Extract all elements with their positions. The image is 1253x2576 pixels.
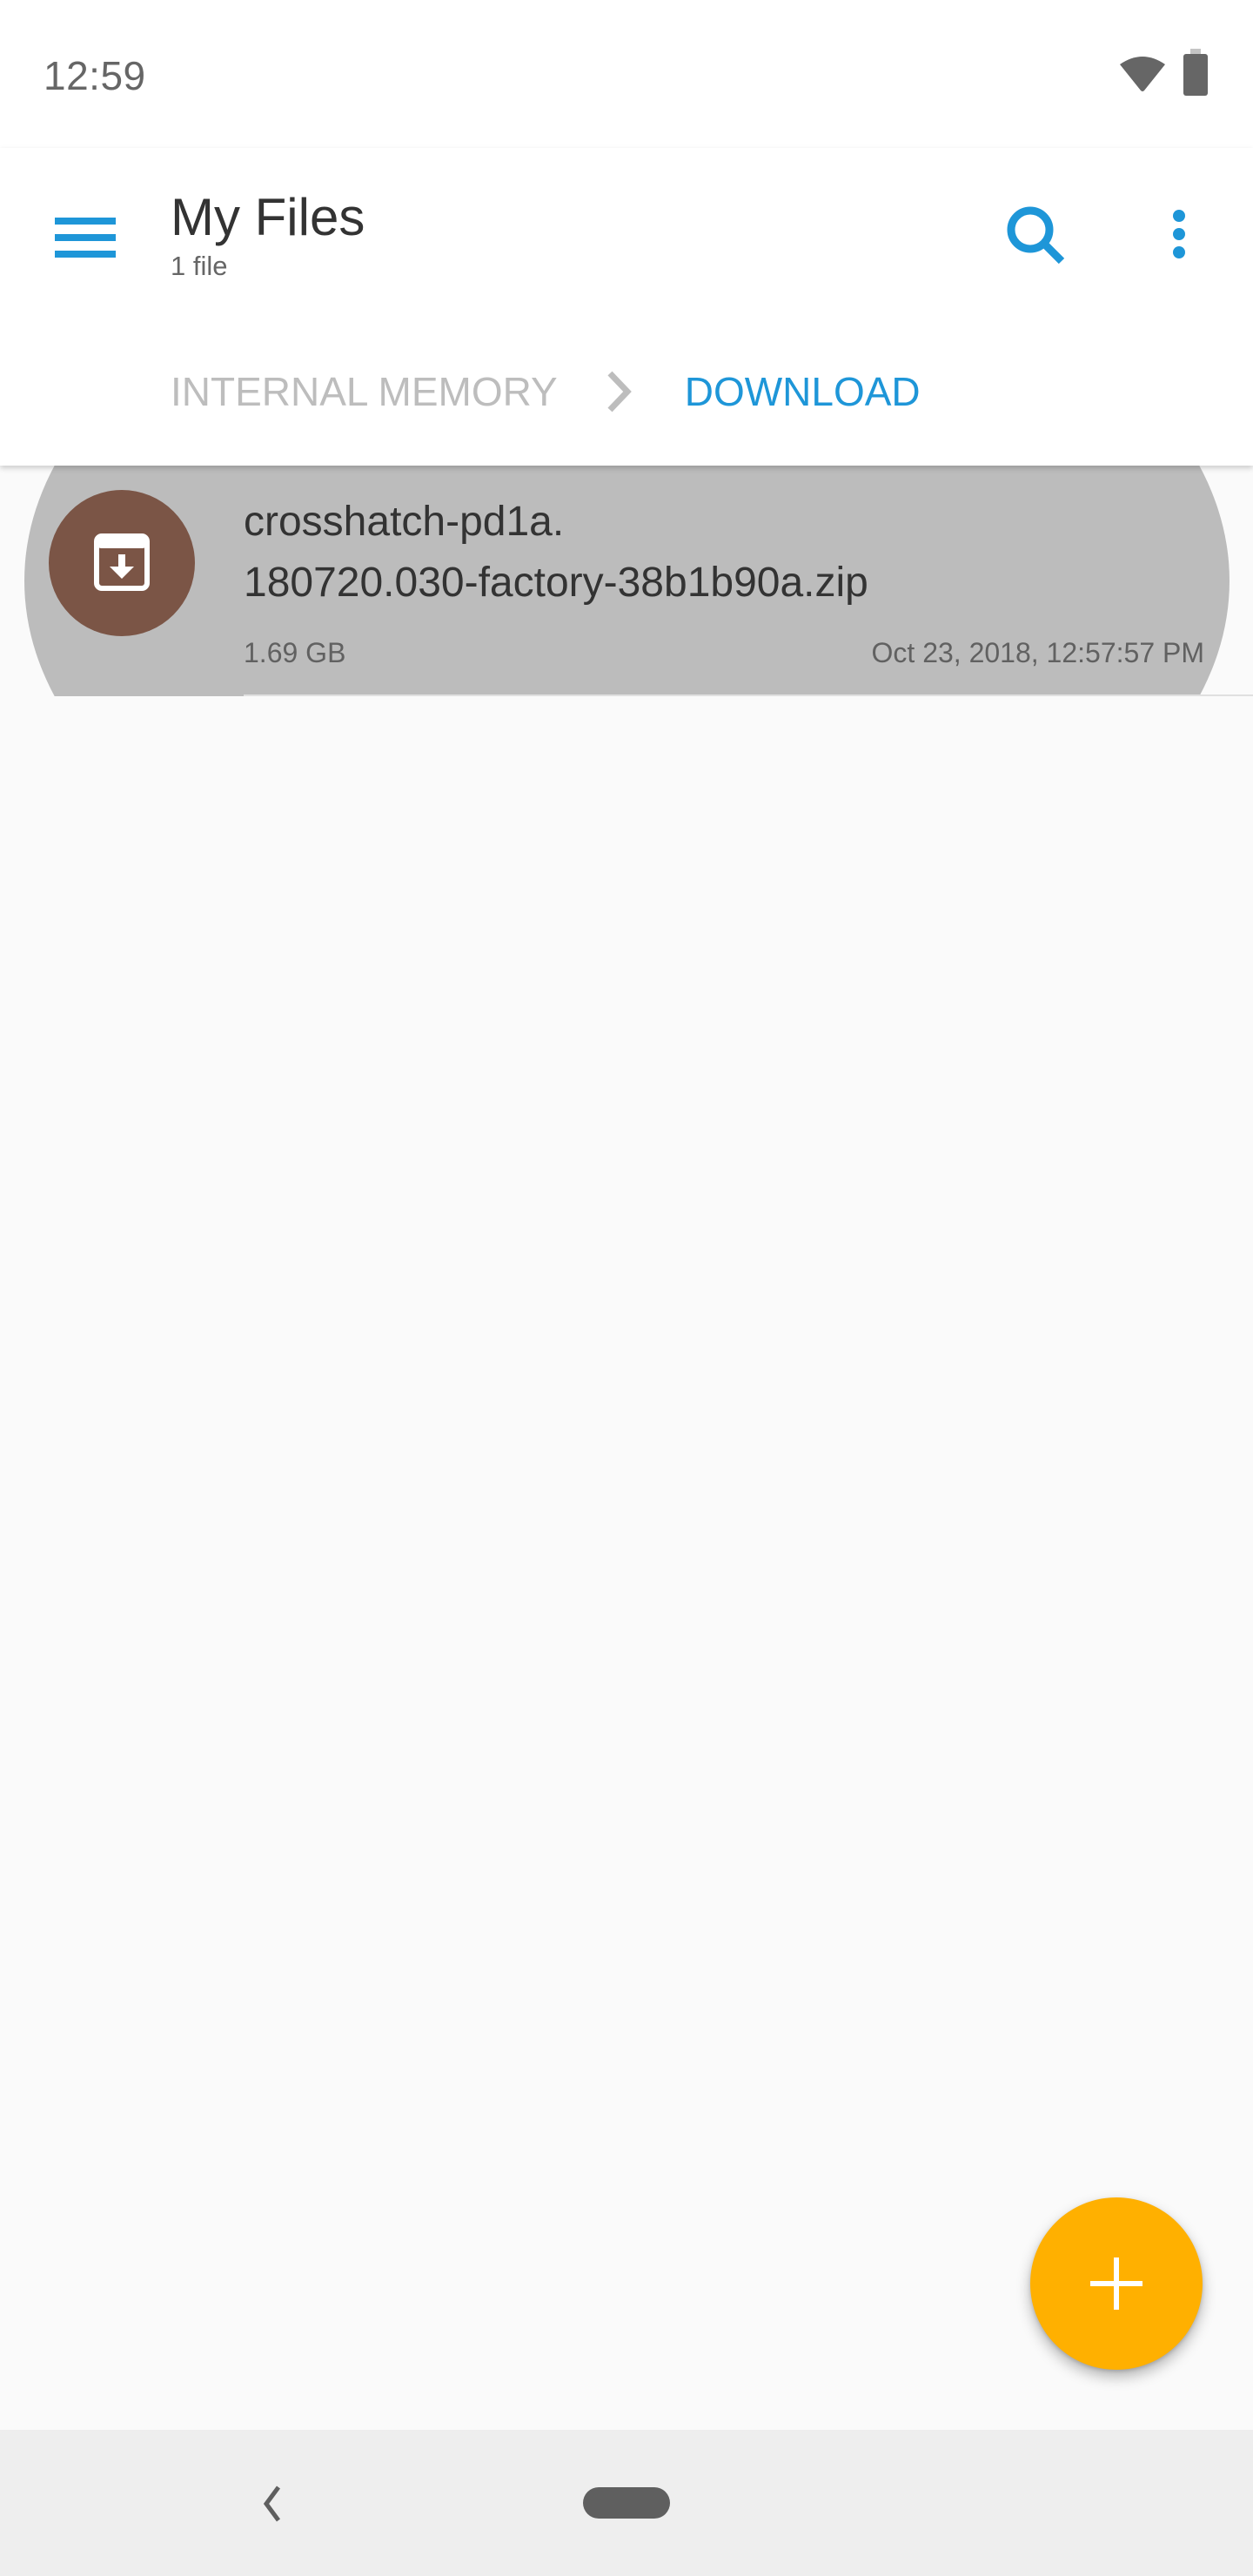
breadcrumb-download[interactable]: DOWNLOAD xyxy=(685,368,921,415)
menu-button[interactable] xyxy=(44,196,127,279)
file-type-avatar xyxy=(49,490,195,636)
wifi-icon xyxy=(1120,57,1165,91)
breadcrumb-internal-memory[interactable]: INTERNAL MEMORY xyxy=(171,368,558,415)
page-title: My Files xyxy=(171,188,365,246)
system-nav-bar xyxy=(0,2430,1253,2576)
file-row[interactable]: crosshatch-pd1a. 180720.030-factory-38b1… xyxy=(0,466,1253,696)
search-button[interactable] xyxy=(992,191,1079,278)
file-size: 1.69 GB xyxy=(244,637,346,668)
more-options-button[interactable] xyxy=(1136,191,1223,278)
row-divider xyxy=(244,694,1253,696)
battery-icon xyxy=(1183,49,1208,96)
file-count: 1 file xyxy=(171,251,228,281)
search-icon xyxy=(1007,206,1065,265)
status-bar: 12:59 xyxy=(0,0,1253,148)
add-fab-button[interactable] xyxy=(1030,2197,1203,2370)
file-name: crosshatch-pd1a. 180720.030-factory-38b1… xyxy=(244,499,868,606)
back-icon[interactable] xyxy=(244,2473,305,2534)
more-vert-icon xyxy=(1173,210,1185,258)
file-modified-date: Oct 23, 2018, 12:57:57 PM xyxy=(871,637,1204,668)
app-bar: My Files 1 file INTERNAL MEMORY DOWNLOAD xyxy=(0,148,1253,466)
status-time: 12:59 xyxy=(44,53,146,98)
file-list: crosshatch-pd1a. 180720.030-factory-38b1… xyxy=(0,466,1253,696)
screen: 12:59 My Files 1 file INTERNAL MEMORY DO… xyxy=(0,0,1253,2576)
chevron-right-icon xyxy=(607,371,632,413)
breadcrumb: INTERNAL MEMORY DOWNLOAD xyxy=(171,366,921,418)
archive-download-icon xyxy=(94,533,150,591)
home-pill-icon[interactable] xyxy=(583,2487,670,2519)
plus-icon xyxy=(1090,2257,1142,2310)
